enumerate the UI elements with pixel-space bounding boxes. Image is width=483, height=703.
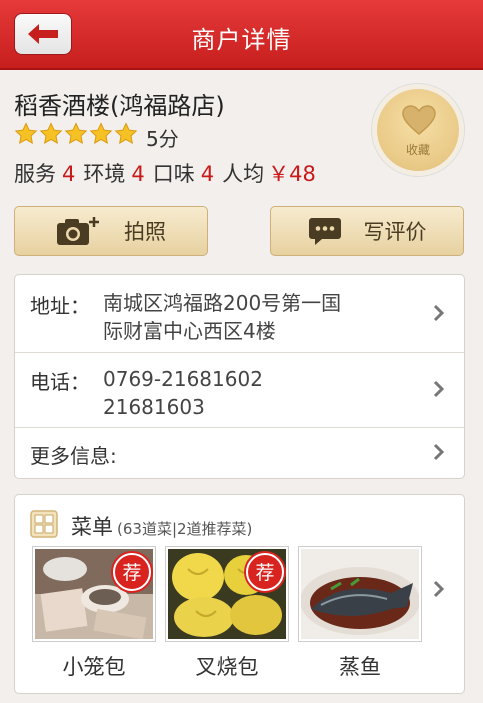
chevron-right-icon (433, 580, 445, 598)
favorite-button[interactable]: 收藏 (372, 84, 464, 176)
take-photo-label: 拍照 (124, 220, 166, 244)
menu-card[interactable]: 菜单 (63道菜|2道推荐菜) 荐 小笼包 荐 叉烧包 蒸鱼 (14, 494, 465, 694)
taste-score: 4 (200, 162, 215, 186)
address-value: 南城区鸿福路200号第一国 际财富中心西区4楼 (103, 289, 341, 345)
dish-photo (299, 547, 421, 641)
menu-grid-icon (30, 510, 58, 538)
avg-price: ￥48 (268, 162, 316, 186)
dish-name: 蒸鱼 (339, 655, 381, 679)
menu-subtitle: (63道菜|2道推荐菜) (117, 520, 253, 538)
address-line-2: 际财富中心西区4楼 (103, 319, 276, 343)
dish-name: 小笼包 (62, 655, 126, 679)
shop-name: 稻香酒楼(鸿福路店) (14, 92, 225, 120)
phone-line-1: 0769-21681602 (103, 367, 263, 391)
dish-name: 叉烧包 (195, 655, 259, 679)
menu-title: 菜单 (63道菜|2道推荐菜) (71, 511, 252, 541)
chevron-right-icon (433, 443, 445, 461)
phone-line-2: 21681603 (103, 395, 205, 419)
dish-image (301, 549, 419, 639)
address-line-1: 南城区鸿福路200号第一国 (103, 291, 342, 315)
phone-label: 电话： (30, 370, 90, 394)
favorite-label: 收藏 (405, 143, 430, 157)
address-row[interactable]: 地址： 南城区鸿福路200号第一国 际财富中心西区4楼 (15, 275, 464, 353)
phone-value: 0769-21681602 21681603 (103, 365, 263, 421)
page-title: 商户详情 (191, 26, 292, 54)
write-review-button[interactable]: 写评价 (270, 206, 464, 256)
phone-row[interactable]: 电话： 0769-21681602 21681603 (15, 352, 464, 428)
write-review-label: 写评价 (363, 220, 427, 244)
address-label: 地址： (30, 294, 90, 318)
comment-icon (308, 218, 341, 245)
avg-label: 人均 (222, 162, 265, 186)
environment-label: 环境 (83, 162, 126, 186)
rating-stars (14, 122, 138, 146)
star-icon (14, 122, 38, 144)
service-score: 4 (62, 162, 76, 186)
take-photo-button[interactable]: 拍照 (14, 206, 208, 256)
service-label: 服务 (14, 162, 56, 186)
header-bar: 商户详情 (0, 0, 483, 70)
more-info-label: 更多信息: (30, 444, 117, 468)
chevron-right-icon (433, 380, 445, 398)
chevron-right-icon (433, 304, 445, 322)
star-icon (89, 122, 113, 144)
heart-icon (402, 105, 436, 135)
star-icon (114, 122, 138, 144)
shop-stats: 服务 4 环境 4 口味 4 人均 ￥48 (14, 158, 316, 188)
info-card: 地址： 南城区鸿福路200号第一国 际财富中心西区4楼 电话： 0769-216… (14, 274, 465, 479)
recommend-badge: 荐 (246, 553, 284, 591)
recommend-badge: 荐 (113, 553, 151, 591)
environment-score: 4 (131, 162, 145, 186)
rating-score: 5分 (146, 127, 179, 151)
star-icon (64, 122, 88, 144)
more-info-row[interactable]: 更多信息: (15, 427, 464, 478)
menu-title-text: 菜单 (71, 515, 113, 539)
taste-label: 口味 (152, 162, 195, 186)
camera-icon (57, 217, 99, 245)
star-icon (39, 122, 63, 144)
